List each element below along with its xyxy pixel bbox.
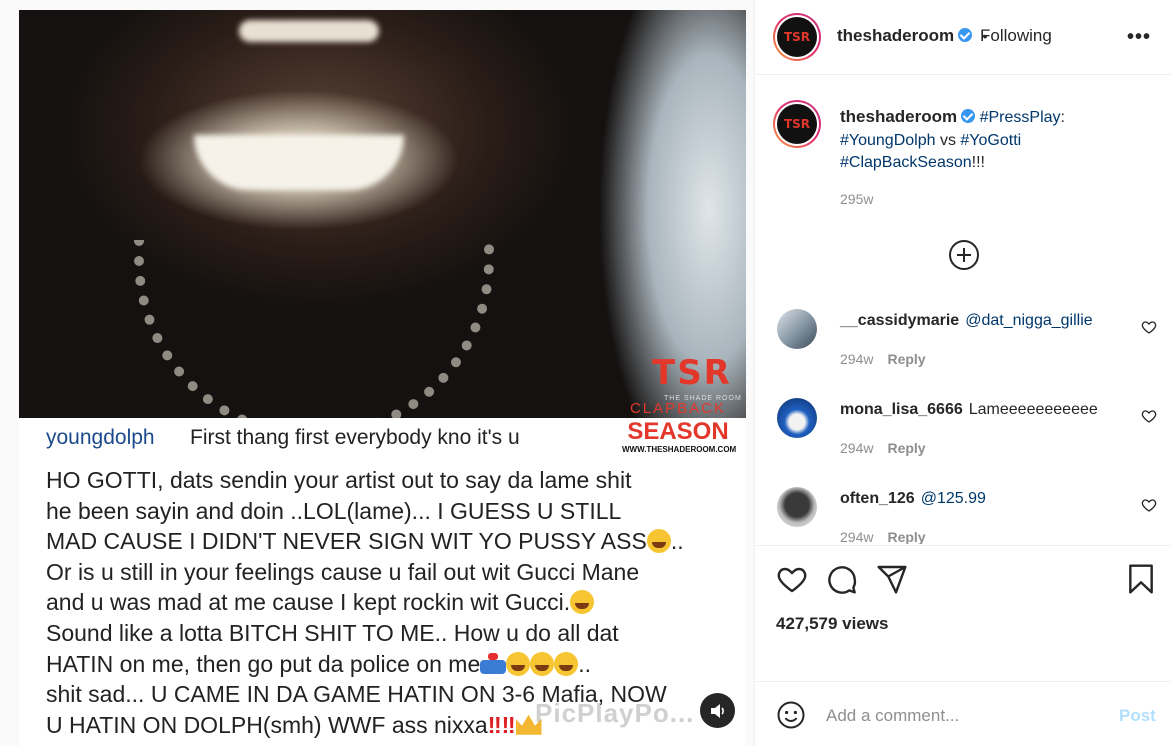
caption-line: he been sayin and doin ..LOL(lame)... I … (46, 497, 622, 524)
caption-line-text: HATIN on me, then go put da police on me (46, 650, 481, 677)
caption-timestamp[interactable]: 295w (840, 191, 873, 207)
comment-icon[interactable] (826, 563, 858, 595)
comment-username[interactable]: __cassidymarie (840, 312, 959, 329)
season-label: SEASON (627, 418, 729, 445)
caption-line: HO GOTTI, dats sendin your artist out to… (46, 467, 632, 493)
comment-meta: 294w Reply (840, 529, 926, 544)
screenshot-caption-first-line: First thang first everybody kno it's u (190, 426, 520, 449)
comment-mention-link[interactable]: @125.99 (921, 490, 986, 507)
post-actions: 427,579 views (756, 545, 1171, 681)
comments-list[interactable]: __cassidymarie @dat_nigga_gillie 294w Repl… (756, 300, 1171, 544)
author-name-row: theshaderoom • (837, 26, 988, 46)
commenter-avatar[interactable] (777, 487, 817, 527)
police-car-emoji-icon (480, 652, 507, 675)
hashtag-link[interactable]: #PressPlay (980, 109, 1061, 126)
caption-line-text: and u was mad at me cause I kept rockin … (46, 589, 571, 616)
crying-laughing-emoji-icon (530, 651, 555, 676)
comment-meta: 294w Reply (840, 440, 926, 456)
verified-icon (958, 28, 973, 42)
crying-laughing-emoji-icon (506, 651, 531, 676)
caption-line-text: U HATIN ON DOLPH(smh) WWF ass nixxa (46, 711, 488, 738)
hashtag-link[interactable]: #YoGotti (960, 132, 1021, 149)
hashtag-link[interactable]: #YoungDolph (840, 132, 936, 149)
reply-button[interactable]: Reply (887, 440, 925, 456)
like-comment-heart-icon[interactable] (1141, 497, 1157, 513)
commenter-avatar[interactable] (777, 398, 817, 438)
comment-text: Lameeeeeeeeeee (968, 401, 1098, 418)
reply-button[interactable]: Reply (887, 351, 925, 367)
caption-line-suffix: .. (670, 528, 684, 555)
post-caption: theshaderoom #PressPlay: #YoungDolph vs … (840, 106, 1150, 175)
post-header: TSR theshaderoom • Following ••• (756, 0, 1171, 75)
post-comment-button[interactable]: Post (1119, 706, 1156, 726)
crying-laughing-emoji-icon (570, 590, 595, 615)
video-shape (194, 135, 404, 190)
caption-line: HATIN on me, then go put da police on me… (46, 649, 736, 680)
sound-icon (710, 703, 724, 718)
reply-button[interactable]: Reply (887, 529, 925, 544)
caption-line: and u was mad at me cause I kept rockin … (46, 587, 736, 618)
video-shape (134, 240, 494, 418)
avatar-logo: TSR (777, 104, 817, 144)
comment-username[interactable]: often_126 (840, 490, 915, 507)
crying-laughing-emoji-icon (554, 651, 579, 676)
caption-text: : (1060, 109, 1065, 126)
author-avatar[interactable]: TSR (773, 13, 821, 61)
clapback-label: CLAPBACK (629, 400, 727, 417)
heart-icon[interactable] (776, 563, 808, 595)
caption-line-suffix: .. (578, 650, 592, 677)
avatar-logo: TSR (777, 17, 817, 57)
comment-username[interactable]: mona_lisa_6666 (840, 401, 963, 418)
comment-meta: 294w Reply (840, 351, 926, 367)
add-comment-bar: Add a comment... Post (756, 681, 1171, 746)
caption-line-text: MAD CAUSE I DIDN'T NEVER SIGN WIT YO PUS… (46, 528, 647, 555)
comment-row: mona_lisa_6666 Lameeeeeeeeeee (840, 401, 1098, 419)
comment-timestamp[interactable]: 294w (840, 440, 873, 456)
more-options-icon[interactable]: ••• (1127, 26, 1151, 49)
bookmark-icon[interactable] (1125, 563, 1157, 595)
verified-icon (961, 109, 976, 123)
like-comment-heart-icon[interactable] (1141, 319, 1157, 335)
bottom-watermark: PicPlayPo... (535, 698, 695, 728)
following-button[interactable]: Following (980, 26, 1052, 46)
emoji-icon[interactable] (776, 700, 806, 730)
comment-timestamp[interactable]: 294w (840, 529, 873, 544)
like-comment-heart-icon[interactable] (1141, 408, 1157, 424)
view-count[interactable]: 427,579 views (776, 614, 888, 634)
caption-line: MAD CAUSE I DIDN'T NEVER SIGN WIT YO PUS… (46, 526, 736, 557)
caption-username[interactable]: theshaderoom (840, 107, 957, 126)
comment-input[interactable]: Add a comment... (826, 706, 959, 726)
hashtag-link[interactable]: #ClapBackSeason (840, 154, 972, 171)
video-frame[interactable]: TSR THE SHADE ROOM (19, 10, 746, 418)
caption-line: Or is u still in your feelings cause u f… (46, 558, 640, 585)
comment-mention-link[interactable]: @dat_nigga_gillie (965, 312, 1092, 329)
site-url-label: WWW.THESHADEROOM.COM (622, 445, 737, 454)
load-more-icon[interactable] (949, 240, 979, 270)
sound-toggle-button[interactable] (700, 693, 735, 728)
tsr-watermark-logo: TSR (652, 353, 732, 393)
author-username[interactable]: theshaderoom (837, 26, 954, 45)
video-shape (239, 20, 379, 42)
post-sidebar: TSR theshaderoom • Following ••• TSR the… (756, 0, 1171, 746)
post-media[interactable]: TSR THE SHADE ROOM youngdolph First than… (0, 0, 755, 746)
instagram-post-modal: TSR THE SHADE ROOM youngdolph First than… (0, 0, 1171, 746)
share-icon[interactable] (876, 563, 908, 595)
comment-timestamp[interactable]: 294w (840, 351, 873, 367)
caption-text: vs (939, 131, 956, 149)
commenter-avatar[interactable] (777, 309, 817, 349)
caption-author-avatar[interactable]: TSR (773, 100, 821, 148)
caption-line: Sound like a lotta BITCH SHIT TO ME.. Ho… (46, 619, 619, 646)
screenshot-caption-username: youngdolph (46, 426, 155, 449)
double-exclamation-emoji-icon: ‼‼ (487, 711, 516, 738)
crying-laughing-emoji-icon (646, 529, 671, 554)
caption-text: !!! (971, 154, 985, 171)
comment-row: often_126 @125.99 (840, 490, 986, 508)
comment-row: __cassidymarie @dat_nigga_gillie (840, 312, 1093, 330)
